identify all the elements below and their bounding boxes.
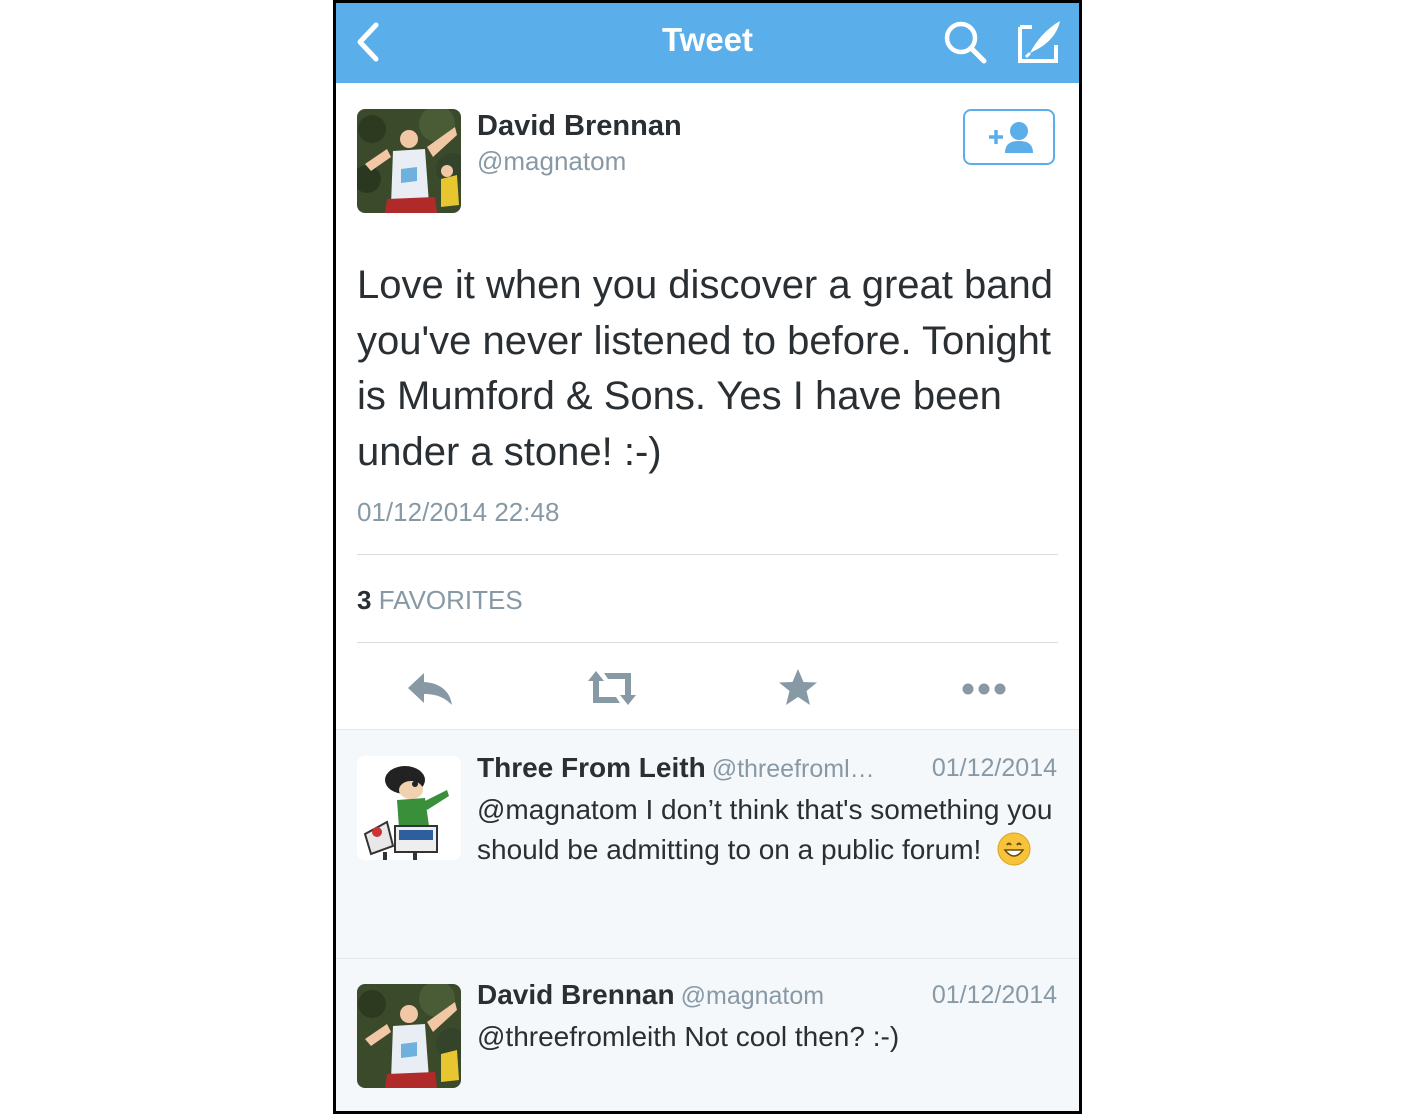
favorites-number: 3 bbox=[357, 585, 372, 615]
author-avatar[interactable] bbox=[357, 109, 461, 213]
favorites-count[interactable]: 3 FAVORITES bbox=[357, 585, 523, 616]
compose-icon[interactable] bbox=[1016, 17, 1064, 65]
tweet-timestamp: 01/12/2014 22:48 bbox=[357, 497, 560, 527]
reply-author-name[interactable]: Three From Leith bbox=[477, 752, 706, 783]
divider bbox=[357, 642, 1058, 643]
phone-screen: Tweet David Brennan @magnatom Love it wh… bbox=[333, 0, 1082, 1114]
reply-date: 01/12/2014 bbox=[931, 754, 1057, 782]
add-user-icon bbox=[989, 122, 1033, 153]
reply-item[interactable]: Three From Leith @threefroml… 01/12/2014 … bbox=[336, 730, 1079, 958]
retweet-icon[interactable] bbox=[582, 663, 642, 713]
search-icon[interactable] bbox=[941, 18, 989, 66]
grinning-face-emoji bbox=[997, 832, 1031, 866]
reply-avatar[interactable] bbox=[357, 984, 461, 1088]
favorites-label: FAVORITES bbox=[378, 585, 523, 615]
reply-header: Three From Leith @threefroml… 01/12/2014 bbox=[477, 752, 1057, 786]
reply-text: @threefromleith Not cool then? :-) bbox=[477, 1021, 900, 1052]
reply-author-handle[interactable]: @threefroml… bbox=[712, 755, 875, 783]
replies-list: Three From Leith @threefroml… 01/12/2014 … bbox=[336, 729, 1079, 1111]
follow-button[interactable] bbox=[963, 109, 1055, 165]
author-handle[interactable]: @magnatom bbox=[477, 146, 626, 177]
more-icon[interactable] bbox=[954, 663, 1014, 713]
reply-author-handle[interactable]: @magnatom bbox=[681, 982, 825, 1010]
nav-bar: Tweet bbox=[336, 3, 1079, 83]
reply-item[interactable]: David Brennan @magnatom 01/12/2014 @three… bbox=[336, 959, 1079, 1111]
tweet-text: Love it when you discover a great band y… bbox=[357, 263, 1053, 474]
reply-avatar[interactable] bbox=[357, 756, 461, 860]
reply-author-name[interactable]: David Brennan bbox=[477, 979, 675, 1010]
reply-text-content: @magnatom I don’t think that's something… bbox=[477, 794, 1053, 865]
reply-date: 01/12/2014 bbox=[931, 981, 1057, 1009]
author-name[interactable]: David Brennan bbox=[477, 110, 682, 143]
reply-icon[interactable] bbox=[400, 663, 460, 713]
reply-text: @magnatom I don’t think that's something… bbox=[477, 790, 1062, 870]
reply-header: David Brennan @magnatom 01/12/2014 bbox=[477, 979, 1057, 1013]
divider bbox=[357, 554, 1058, 555]
favorite-star-icon[interactable] bbox=[768, 663, 828, 713]
